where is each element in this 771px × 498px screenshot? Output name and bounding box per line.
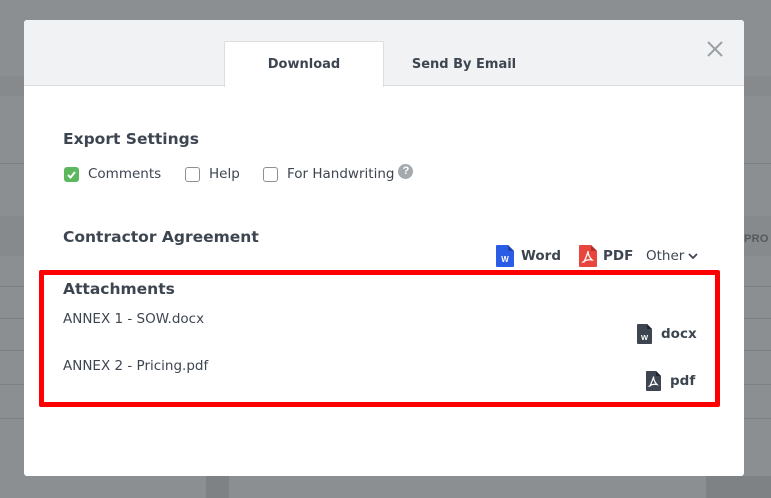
close-button[interactable] bbox=[704, 38, 726, 60]
other-formats-dropdown[interactable]: Other bbox=[646, 244, 699, 268]
background-footer bbox=[206, 476, 229, 498]
help-label: Help bbox=[209, 166, 240, 182]
pdf-file-icon bbox=[579, 245, 597, 267]
download-word-button[interactable]: W Word bbox=[495, 244, 561, 268]
background-column-header: PRO bbox=[744, 233, 769, 245]
svg-text:W: W bbox=[641, 333, 649, 342]
download-pdf-button[interactable]: PDF bbox=[578, 244, 633, 268]
background-footer bbox=[706, 476, 771, 498]
comments-option[interactable]: Comments bbox=[64, 165, 161, 183]
attachment-1-download-button[interactable]: W docx bbox=[636, 322, 697, 346]
document-title: Contractor Agreement bbox=[63, 228, 259, 246]
modal-header: Download Send By Email bbox=[24, 20, 744, 87]
help-checkbox[interactable] bbox=[185, 166, 200, 182]
word-file-icon: W bbox=[496, 245, 514, 267]
export-settings-title: Export Settings bbox=[63, 130, 199, 148]
handwriting-option[interactable]: For Handwriting ? bbox=[263, 163, 414, 183]
attachment-2-format: pdf bbox=[670, 373, 696, 389]
word-label: Word bbox=[521, 248, 562, 264]
close-icon bbox=[707, 41, 723, 57]
tab-send-by-email[interactable]: Send By Email bbox=[384, 41, 544, 87]
other-label: Other bbox=[646, 248, 685, 264]
word-file-icon: W bbox=[637, 324, 652, 344]
attachments-title: Attachments bbox=[63, 280, 175, 298]
comments-checkbox[interactable] bbox=[64, 166, 79, 182]
help-option[interactable]: Help bbox=[185, 165, 240, 183]
comments-label: Comments bbox=[88, 166, 162, 182]
attachment-2-download-button[interactable]: pdf bbox=[645, 369, 695, 393]
pdf-label: PDF bbox=[603, 248, 634, 264]
chevron-down-icon bbox=[688, 253, 698, 260]
question-mark-icon[interactable]: ? bbox=[398, 163, 414, 179]
attachment-2-name: ANNEX 2 - Pricing.pdf bbox=[63, 358, 209, 374]
checkmark-icon bbox=[67, 170, 76, 179]
download-modal: Download Send By Email Export Settings C… bbox=[24, 20, 744, 476]
attachment-1-format: docx bbox=[661, 326, 697, 342]
handwriting-label: For Handwriting bbox=[287, 166, 395, 182]
svg-text:W: W bbox=[501, 255, 509, 264]
tab-download[interactable]: Download bbox=[224, 41, 384, 87]
pdf-file-icon bbox=[646, 371, 661, 391]
attachment-1-name: ANNEX 1 - SOW.docx bbox=[63, 311, 205, 327]
handwriting-checkbox[interactable] bbox=[263, 166, 278, 182]
